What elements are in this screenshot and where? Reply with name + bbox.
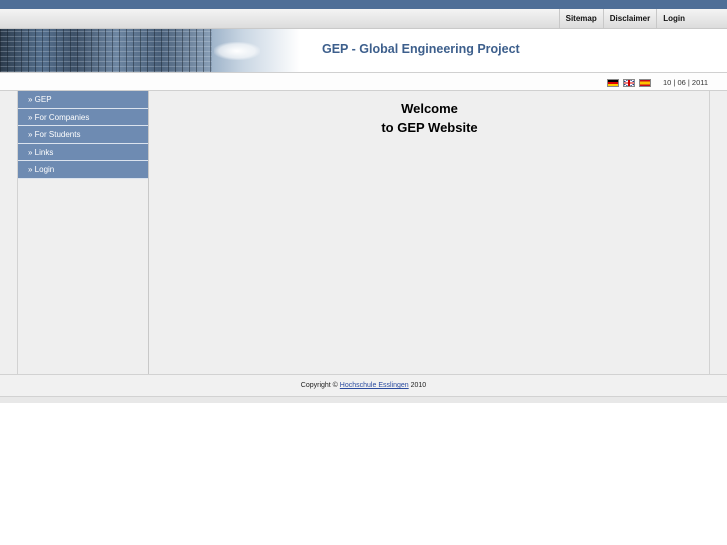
language-selector: [607, 79, 651, 87]
top-accent-bar: [0, 0, 727, 9]
language-date-bar: 10 | 06 | 2011: [0, 72, 727, 91]
uk-flag-icon[interactable]: [623, 79, 635, 87]
copyright-prefix: Copyright ©: [300, 382, 340, 389]
site-footer: Copyright © Hochschule Esslingen 2010: [0, 374, 727, 397]
sidebar-item-login[interactable]: » Login: [18, 161, 148, 179]
copyright-year: 2010: [408, 382, 427, 389]
welcome-line-2: to GEP Website: [381, 120, 478, 135]
disclaimer-link[interactable]: Disclaimer: [602, 9, 656, 29]
german-flag-icon[interactable]: [607, 79, 619, 87]
sidebar-item-for-students[interactable]: » For Students: [18, 126, 148, 144]
current-date: 10 | 06 | 2011: [663, 78, 709, 87]
sidebar-item-for-companies[interactable]: » For Companies: [18, 108, 148, 126]
top-nav-links: Sitemap Disclaimer Login: [558, 9, 691, 29]
right-margin: [709, 91, 727, 374]
hochschule-esslingen-link[interactable]: Hochschule Esslingen: [340, 382, 409, 389]
left-margin: [0, 91, 18, 374]
content-area: » GEP » For Companies » For Students » L…: [0, 91, 727, 374]
welcome-heading: Welcome to GEP Website: [150, 91, 709, 137]
top-navigation: Sitemap Disclaimer Login: [0, 9, 727, 29]
site-title: GEP - Global Engineering Project: [322, 42, 520, 56]
welcome-line-1: Welcome: [401, 101, 458, 116]
sidebar: » GEP » For Companies » For Students » L…: [18, 91, 149, 374]
sitemap-link[interactable]: Sitemap: [558, 9, 603, 29]
sidebar-item-gep[interactable]: » GEP: [18, 91, 148, 109]
main-content: Welcome to GEP Website: [150, 91, 709, 374]
spanish-flag-icon[interactable]: [639, 79, 651, 87]
sidebar-item-links[interactable]: » Links: [18, 143, 148, 161]
login-link[interactable]: Login: [656, 9, 691, 29]
site-header: GEP - Global Engineering Project: [0, 29, 727, 72]
footer-bottom-bar: [0, 397, 727, 403]
header-banner-image: [0, 29, 300, 72]
